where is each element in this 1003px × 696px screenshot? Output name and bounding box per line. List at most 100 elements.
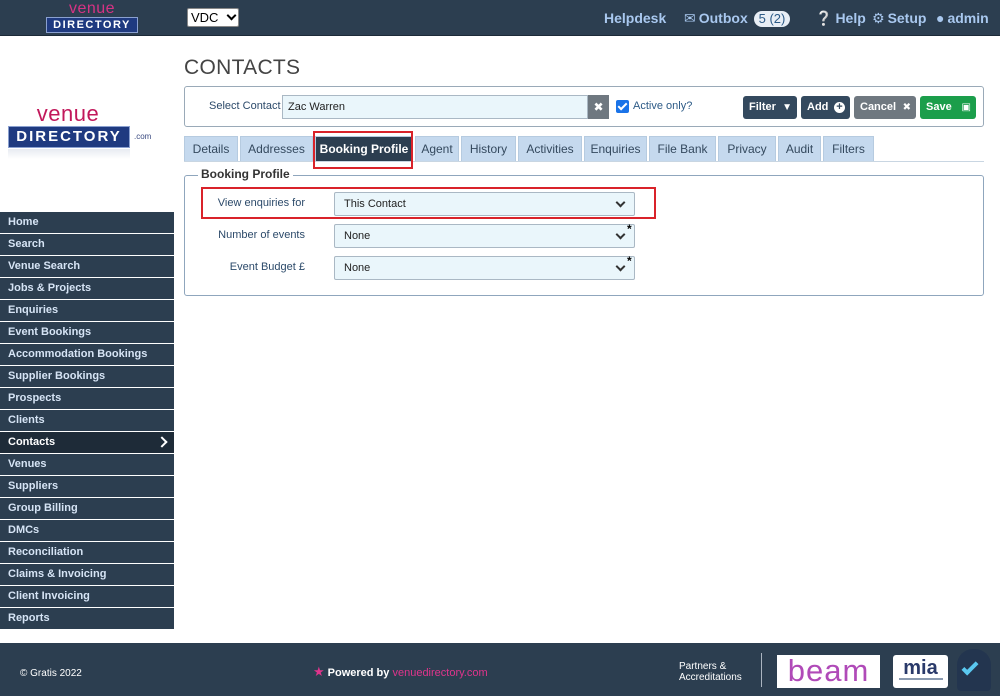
powered-by-label: Powered by xyxy=(327,667,390,679)
logo-reflection xyxy=(8,149,130,159)
sidebar-item-search[interactable]: Search xyxy=(0,234,174,255)
clear-contact-button[interactable]: ✖ xyxy=(588,95,609,119)
booking-profile-legend: Booking Profile xyxy=(198,167,293,181)
admin-label: admin xyxy=(947,10,989,26)
helpdesk-label: Helpdesk xyxy=(604,10,667,26)
sidebar-item-label: Client Invoicing xyxy=(8,590,90,602)
sidebar-item-enquiries[interactable]: Enquiries xyxy=(0,300,174,321)
sidebar-item-event-bookings[interactable]: Event Bookings xyxy=(0,322,174,343)
sidebar-menu: Home Search Venue Search Jobs & Projects Enq… xyxy=(0,212,174,630)
sidebar-item-supplier-bookings[interactable]: Supplier Bookings xyxy=(0,366,174,387)
sidebar-item-label: Event Bookings xyxy=(8,326,92,338)
outbox-link[interactable]: ✉ Outbox 5 (2) xyxy=(684,10,791,27)
tab-history[interactable]: History xyxy=(461,136,516,161)
chevron-right-icon xyxy=(156,436,168,448)
sidebar-item-prospects[interactable]: Prospects xyxy=(0,388,174,409)
top-bar: venue DIRECTORY VDC Helpdesk ✉ Outbox 5 (… xyxy=(0,0,1000,36)
tab-audit[interactable]: Audit xyxy=(778,136,821,161)
database-select[interactable]: VDC xyxy=(187,8,239,27)
database-select-value: VDC xyxy=(191,10,219,25)
event-budget-value: None xyxy=(344,262,371,274)
cancel-button[interactable]: Cancel ✖ xyxy=(854,96,916,119)
sidebar-logo: venue DIRECTORY .com xyxy=(8,101,151,162)
chevron-down-icon xyxy=(226,10,237,21)
sidebar-item-label: Clients xyxy=(8,414,45,426)
sidebar-item-label: Suppliers xyxy=(8,480,59,492)
sidebar-item-reconciliation[interactable]: Reconciliation xyxy=(0,542,174,563)
plus-circle-icon: + xyxy=(834,102,845,113)
cancel-label: Cancel xyxy=(860,101,897,113)
tab-file-bank[interactable]: File Bank xyxy=(649,136,716,161)
sidebar-item-home[interactable]: Home xyxy=(0,212,174,233)
help-label: Help xyxy=(835,10,866,26)
help-link[interactable]: ❔ Help xyxy=(815,10,866,26)
contact-select-input[interactable]: Zac Warren xyxy=(282,95,588,119)
partners-label: Partners & Accreditations xyxy=(679,661,742,683)
sidebar-item-label: Contacts xyxy=(8,436,56,448)
sidebar-item-label: Reconciliation xyxy=(8,546,84,558)
sidebar-item-dmcs[interactable]: DMCs xyxy=(0,520,174,541)
sidebar-item-client-invoicing[interactable]: Client Invoicing xyxy=(0,586,174,607)
helpdesk-link[interactable]: Helpdesk xyxy=(604,10,666,26)
tab-enquiries[interactable]: Enquiries xyxy=(584,136,647,161)
mia-logo: mia xyxy=(893,655,948,688)
tab-filters[interactable]: Filters xyxy=(823,136,874,161)
active-only-label: Active only? xyxy=(633,100,693,112)
sidebar-logo-directory: DIRECTORY xyxy=(8,126,130,148)
sidebar-item-group-billing[interactable]: Group Billing xyxy=(0,498,174,519)
sidebar-logo-venue: venue xyxy=(36,101,100,126)
partners-line-1: Partners & xyxy=(679,661,727,672)
sidebar-item-label: Supplier Bookings xyxy=(8,370,106,382)
sidebar-item-label: Claims & Invoicing xyxy=(8,568,107,580)
footer-divider xyxy=(761,653,762,687)
tab-activities[interactable]: Activities xyxy=(518,136,582,161)
sidebar-item-claims-invoicing[interactable]: Claims & Invoicing xyxy=(0,564,174,585)
tab-addresses[interactable]: Addresses xyxy=(240,136,313,161)
active-only-checkbox[interactable] xyxy=(616,100,629,113)
tab-details[interactable]: Details xyxy=(184,136,238,161)
tab-privacy[interactable]: Privacy xyxy=(718,136,776,161)
required-marker: * xyxy=(627,254,632,268)
sidebar-item-label: DMCs xyxy=(8,524,40,536)
powered-by-site: venuedirectory.com xyxy=(392,667,488,679)
outbox-label: Outbox xyxy=(698,10,748,26)
envelope-icon: ✉ xyxy=(684,10,696,26)
partners-line-2: Accreditations xyxy=(679,672,742,683)
sidebar-item-clients[interactable]: Clients xyxy=(0,410,174,431)
filter-label: Filter xyxy=(749,101,776,113)
save-button[interactable]: Save ▣ xyxy=(920,96,976,119)
contact-tabs: Details Addresses Booking Profile Agent Hist… xyxy=(184,136,984,162)
filter-button[interactable]: Filter ▼ xyxy=(743,96,797,119)
copyright-text: © Gratis 2022 xyxy=(20,668,82,679)
setup-link[interactable]: ⚙ Setup xyxy=(872,10,926,26)
select-contact-label: Select Contact xyxy=(209,100,281,112)
tab-agent[interactable]: Agent xyxy=(415,136,459,161)
add-button[interactable]: Add + xyxy=(801,96,850,119)
sidebar-item-jobs-projects[interactable]: Jobs & Projects xyxy=(0,278,174,299)
sidebar-item-label: Enquiries xyxy=(8,304,59,316)
powered-by[interactable]: ★ Powered by venuedirectory.com xyxy=(313,664,488,680)
page-title: CONTACTS xyxy=(184,56,301,79)
number-of-events-label: Number of events xyxy=(218,229,305,241)
checkmark-icon xyxy=(961,658,979,676)
funnel-icon: ▼ xyxy=(782,102,792,113)
sidebar-item-label: Venue Search xyxy=(8,260,81,272)
header-logo[interactable]: venue DIRECTORY xyxy=(44,1,140,34)
event-budget-select[interactable]: None xyxy=(334,256,635,280)
chevron-down-icon xyxy=(615,229,626,240)
sidebar-item-contacts[interactable]: Contacts xyxy=(0,432,174,453)
sidebar-item-reports[interactable]: Reports xyxy=(0,608,174,629)
sidebar-item-accommodation-bookings[interactable]: Accommodation Bookings xyxy=(0,344,174,365)
setup-label: Setup xyxy=(887,10,927,26)
floppy-disk-icon: ▣ xyxy=(961,102,971,113)
add-label: Add xyxy=(807,101,829,113)
sidebar-item-label: Home xyxy=(8,216,39,228)
sidebar-item-venues[interactable]: Venues xyxy=(0,454,174,475)
mia-logo-tagline xyxy=(899,678,943,680)
sidebar-item-venue-search[interactable]: Venue Search xyxy=(0,256,174,277)
admin-user-link[interactable]: ● admin xyxy=(936,10,989,26)
sidebar-item-suppliers[interactable]: Suppliers xyxy=(0,476,174,497)
number-of-events-select[interactable]: None xyxy=(334,224,635,248)
required-marker: * xyxy=(627,222,632,236)
user-icon: ● xyxy=(936,10,945,26)
